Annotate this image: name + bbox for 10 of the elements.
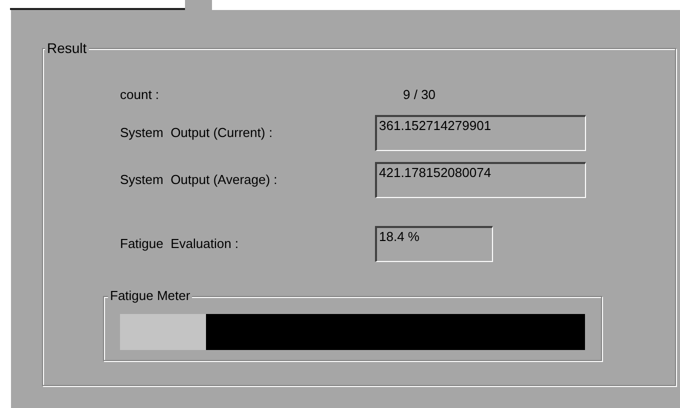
output-label: System Output (Average) : — [120, 171, 278, 190]
output-field[interactable]: 421.178152080074 — [375, 162, 586, 198]
fatigue-field[interactable]: 18.4 % — [375, 226, 493, 262]
output-label: System Output (Current) : — [120, 124, 274, 142]
count-label: count : — [120, 86, 160, 104]
output-field[interactable]: 361.152714279901 — [375, 115, 586, 151]
group-title: Fatigue Meter — [108, 288, 192, 304]
group-title: Result — [45, 40, 89, 56]
fatigue-label: Fatigue Evaluation : — [120, 235, 240, 254]
count-value: 9 / 30 — [403, 86, 436, 104]
